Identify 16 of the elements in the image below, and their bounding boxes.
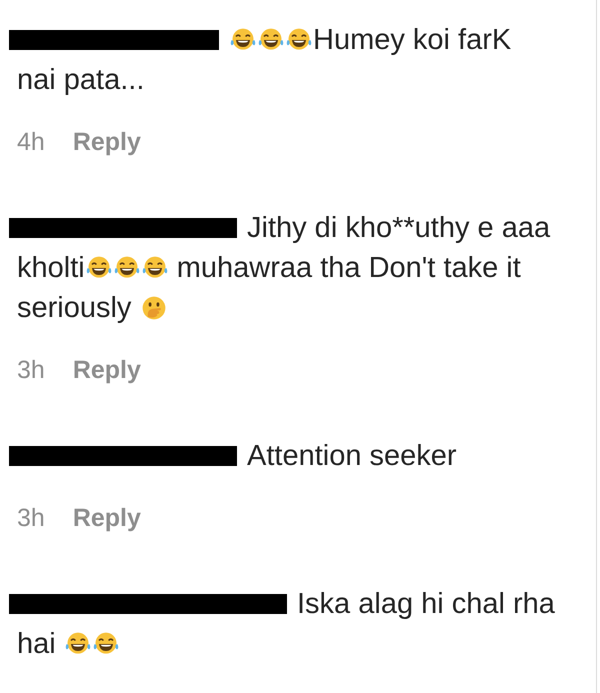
comment-text: hai bbox=[17, 628, 57, 660]
reply-link[interactable]: Reply bbox=[72, 504, 141, 532]
hand-over-mouth-icon bbox=[140, 294, 168, 322]
comment-time: 4h bbox=[17, 128, 45, 156]
comment-text: Jithy di kho**uthy e aaa bbox=[247, 212, 550, 244]
comment-text: seriously bbox=[17, 292, 132, 324]
comment-text: kholti bbox=[17, 252, 85, 284]
comment-text: Humey koi farK bbox=[313, 24, 512, 56]
comment-text: Attention seeker bbox=[247, 440, 457, 472]
comment-time: 3h bbox=[17, 356, 45, 384]
comment-text: muhawraa tha Don't take it bbox=[176, 252, 521, 284]
comment-text: nai pata... bbox=[17, 64, 144, 96]
comment-text: Iska alag hi chal rha bbox=[297, 588, 555, 620]
comment-time: 3h bbox=[17, 504, 45, 532]
reply-link[interactable]: Reply bbox=[72, 356, 141, 384]
reply-link[interactable]: Reply bbox=[72, 128, 141, 156]
